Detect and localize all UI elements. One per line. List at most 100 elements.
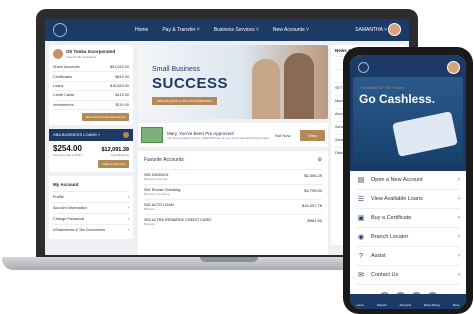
favorite-account-row[interactable]: S53 ULTRA REWARDS CREDIT CARD Balance $961… [144,214,322,229]
menu-contact-us[interactable]: ✉ Contact Us › [356,266,460,285]
loan-info-icon[interactable] [123,131,129,138]
tab-accounts[interactable]: Accounts [399,303,411,307]
profile-header[interactable]: Oh Tonka Incorporated View Profile & Set… [53,49,129,59]
account-value: $810.90 [115,74,129,79]
chevron-right-icon: › [458,234,460,240]
account-row-loans[interactable]: Loans $16,843.90 [53,82,129,92]
menu-open-account[interactable]: ▤ Open a New Account › [356,171,460,190]
my-account-item-label: Change Password [53,216,85,221]
chevron-right-icon: › [458,196,460,202]
hero-line1: Small Business [152,66,200,73]
account-value: $415.00 [115,93,129,98]
make-payment-button[interactable]: Make a Payment [98,159,129,168]
view-button[interactable]: View [300,129,325,141]
account-row-credit-cards[interactable]: Credit Cards $415.00 [53,91,129,101]
my-account-title: My Account [53,181,79,187]
hero-cta-button[interactable]: CREATE NOTE & ADD ON SOMETHING [152,97,218,105]
my-account-item-label: Profile [53,194,64,199]
tab-deposit[interactable]: Deposit [377,303,386,307]
nav-business-services[interactable]: Business Services ˅ [214,27,259,33]
account-type: Balance [144,222,155,226]
favorite-account-row[interactable]: S52 AUTO LOAN Balance $14,007.76 [144,199,322,214]
phone-card-image [392,111,458,157]
nav-home[interactable]: Home [135,27,148,33]
cashless-banner[interactable]: The Wallet Of The Future. Go Cashless. [353,77,463,163]
account-label: Credit Cards [53,93,75,98]
my-account-estatements[interactable]: eStatements & Tax Documents › [53,223,129,235]
account-balance: $961.92 [307,218,322,223]
favorite-account-row[interactable]: S51 Ebonic Checking Business Checking $3,7… [144,184,322,199]
account-balance: $2,406.29 [304,173,322,178]
main-nav: Home Pay & Transfer ˅ Business Services … [135,27,309,33]
gear-icon[interactable]: ⚙ [318,157,322,163]
profile-name: Oh Tonka Incorporated [66,49,116,55]
loan-header[interactable]: SBA BUSINESS LOANS ˅ [49,128,133,141]
top-navigation-bar: Home Pay & Transfer ˅ Business Services … [45,19,409,41]
menu-label: Open a New Account [371,177,423,183]
account-type: Balance [144,207,155,211]
my-account-item-label: Account Information [53,205,87,210]
account-row-investments[interactable]: Investments $110.90 [53,101,129,110]
my-account-item-label: eStatements & Tax Documents [53,227,106,232]
phone-menu: ▤ Open a New Account › ☰ View Available Loa… [350,171,466,285]
contact-icon: ✉ [358,272,364,279]
account-value: $16,843.90 [109,83,129,88]
location-icon: ◉ [357,234,365,241]
account-label: Loans [53,83,64,88]
loan-card: SBA BUSINESS LOANS ˅ $254.00 Payment Due … [49,128,133,172]
account-row-shares[interactable]: Share Accounts $51,813.00 [53,63,129,73]
my-account-profile[interactable]: Profile › [53,190,129,202]
avatar[interactable] [388,23,401,36]
menu-buy-certificate[interactable]: ▣ Buy a Certificate › [356,209,460,228]
menu-view-loans[interactable]: ☰ View Available Loans › [356,190,460,209]
account-type: Business Savings [144,177,168,181]
favorite-accounts-panel: Favorite Accounts ⚙ S50 SAVINGS Business S… [138,151,328,255]
loan-amount: $254.00 [53,143,82,153]
loans-icon: ☰ [357,196,365,203]
menu-label: Assist [371,253,386,259]
hero-person-image [252,59,280,119]
nav-new-accounts[interactable]: New Accounts ˅ [273,27,309,33]
my-account-information[interactable]: Account Information › [53,201,129,213]
my-account-card: My Account Profile › Account Information ›… [49,175,133,239]
phone-tab-bar: Home Deposit Accounts Move Money More [350,294,466,309]
favorite-account-row[interactable]: S50 SAVINGS Business Savings $2,406.29 [144,169,322,184]
favorites-title: Favorite Accounts [144,157,184,163]
menu-assist[interactable]: ? Assist › [356,247,460,266]
account-balance: $14,007.76 [301,203,322,208]
bank-logo-icon[interactable] [53,23,67,37]
account-label: Share Accounts [53,65,80,70]
bank-logo-icon[interactable] [358,62,369,73]
avatar[interactable] [447,61,460,74]
center-column: Small Business SUCCESS CREATE NOTE & ADD… [138,45,328,255]
promo-hero-banner[interactable]: Small Business SUCCESS CREATE NOTE & ADD… [138,45,328,119]
chevron-right-icon: › [127,227,129,232]
tab-move-money[interactable]: Move Money [424,303,440,307]
preapproval-banner: Mary, You've Been Pre Approved! You are … [138,123,328,147]
account-label: Certificates [53,74,72,79]
account-label: Investments [53,102,74,107]
hero-line2: SUCCESS [152,75,229,92]
left-column: Oh Tonka Incorporated View Profile & Set… [49,45,133,243]
account-row-certificates[interactable]: Certificates $810.90 [53,72,129,82]
account-balance: $3,799.04 [304,188,322,193]
menu-label: Buy a Certificate [371,215,412,221]
start-experience-button[interactable]: Start Full Account Experience [81,112,129,121]
chevron-right-icon: › [127,216,129,221]
nav-pay-transfer[interactable]: Pay & Transfer ˅ [162,27,199,33]
banner-subtitle: The Wallet Of The Future. [359,85,406,90]
chevron-right-icon: › [127,194,129,199]
chevron-right-icon: › [127,205,129,210]
not-now-link[interactable]: Not Now [275,133,290,138]
help-icon: ? [359,252,363,260]
tab-home[interactable]: Home [357,303,364,307]
open-account-icon: ▤ [357,177,365,184]
tab-more[interactable]: More [453,303,459,307]
account-value: $51,813.00 [109,65,129,70]
my-account-password[interactable]: Change Password › [53,212,129,224]
phone-header: The Wallet Of The Future. Go Cashless. [350,55,466,171]
profile-avatar [53,49,63,59]
user-menu[interactable]: SAMANTHA ˅ [355,27,387,33]
menu-branch-locator[interactable]: ◉ Branch Locator › [356,228,460,247]
menu-label: View Available Loans [371,196,423,202]
